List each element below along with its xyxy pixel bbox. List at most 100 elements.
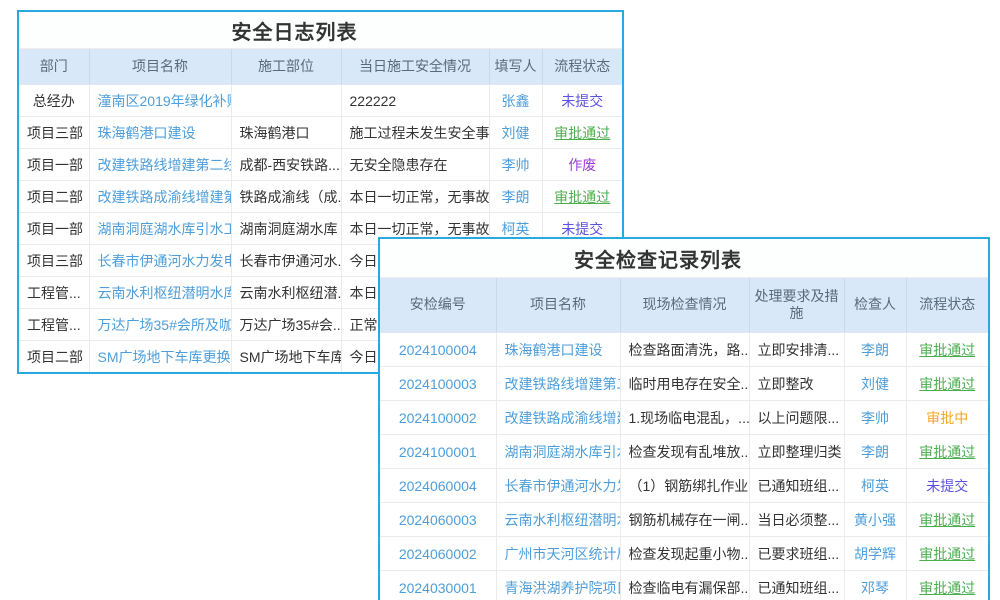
table-row: 项目二部改建铁路成渝线增建第二...铁路成渝线（成...本日一切正常，无事故发.… [19, 181, 622, 213]
inspection-number-link[interactable]: 2024060002 [380, 537, 496, 571]
site-inspection-cell: 检查发现有乱堆放... [620, 435, 749, 469]
page-canvas: 安全日志列表 部门项目名称施工部位当日施工安全情况填写人流程状态总经办潼南区20… [0, 0, 1000, 600]
inspector-link[interactable]: 柯英 [844, 469, 906, 503]
column-header: 项目名称 [496, 278, 620, 333]
status-label[interactable]: 审批通过 [919, 342, 975, 358]
safety-inspection-table: 安检编号项目名称现场检查情况处理要求及措施检查人流程状态2024100004珠海… [380, 278, 988, 600]
project-name-link[interactable]: 改建铁路成渝线增建第二... [89, 181, 231, 213]
table-row: 总经办潼南区2019年绿化补贴项...222222张鑫未提交 [19, 85, 622, 117]
safety-log-title: 安全日志列表 [19, 12, 622, 49]
status-label[interactable]: 审批通过 [919, 546, 975, 562]
project-name-link[interactable]: 广州市天河区统计局机... [496, 537, 620, 571]
status-text[interactable]: 审批通过 [542, 181, 622, 213]
column-header: 当日施工安全情况 [341, 49, 489, 85]
status-label: 未提交 [561, 221, 603, 237]
writer-link[interactable]: 李朗 [489, 181, 542, 213]
construction-part-cell: 长春市伊通河水... [231, 245, 341, 277]
project-name-link[interactable]: 云南水利枢纽潜明水库一... [89, 277, 231, 309]
measures-cell: 立即整改 [749, 367, 844, 401]
status-text[interactable]: 审批通过 [906, 503, 988, 537]
construction-part-cell: SM广场地下车库 [231, 341, 341, 373]
writer-link[interactable]: 张鑫 [489, 85, 542, 117]
status-text[interactable]: 审批通过 [906, 571, 988, 600]
status-text: 审批中 [906, 401, 988, 435]
status-text[interactable]: 审批通过 [906, 435, 988, 469]
project-name-link[interactable]: 改建铁路线增建第二线... [496, 367, 620, 401]
department-cell: 项目二部 [19, 181, 89, 213]
inspector-link[interactable]: 刘健 [844, 367, 906, 401]
table-row: 2024100003改建铁路线增建第二线...临时用电存在安全...立即整改刘健… [380, 367, 988, 401]
measures-cell: 已要求班组... [749, 537, 844, 571]
status-label[interactable]: 审批通过 [919, 512, 975, 528]
measures-cell: 立即安排清... [749, 333, 844, 367]
site-inspection-cell: 1.现场临电混乱，... [620, 401, 749, 435]
status-label[interactable]: 审批通过 [919, 444, 975, 460]
inspector-link[interactable]: 邓琴 [844, 571, 906, 600]
status-label[interactable]: 审批通过 [919, 376, 975, 392]
column-header: 检查人 [844, 278, 906, 333]
inspection-number-link[interactable]: 2024060003 [380, 503, 496, 537]
inspection-number-link[interactable]: 2024100002 [380, 401, 496, 435]
project-name-link[interactable]: 改建铁路成渝线增建第... [496, 401, 620, 435]
project-name-link[interactable]: 长春市伊通河水力发电厂... [89, 245, 231, 277]
column-header: 填写人 [489, 49, 542, 85]
status-label: 审批中 [926, 410, 968, 426]
inspection-number-link[interactable]: 2024100003 [380, 367, 496, 401]
inspector-link[interactable]: 李朗 [844, 333, 906, 367]
measures-cell: 已通知班组... [749, 469, 844, 503]
site-inspection-cell: 钢筋机械存在一闸... [620, 503, 749, 537]
table-row: 2024100002改建铁路成渝线增建第...1.现场临电混乱，...以上问题限… [380, 401, 988, 435]
project-name-link[interactable]: 长春市伊通河水力发电... [496, 469, 620, 503]
project-name-link[interactable]: 珠海鹤港口建设 [496, 333, 620, 367]
site-inspection-cell: 临时用电存在安全... [620, 367, 749, 401]
status-text[interactable]: 审批通过 [906, 367, 988, 401]
column-header: 流程状态 [542, 49, 622, 85]
project-name-link[interactable]: 云南水利枢纽潜明水库... [496, 503, 620, 537]
table-row: 2024060002广州市天河区统计局机...检查发现起重小物...已要求班组.… [380, 537, 988, 571]
construction-part-cell: 湖南洞庭湖水库 [231, 213, 341, 245]
project-name-link[interactable]: 湖南洞庭湖水库引水工... [496, 435, 620, 469]
inspector-link[interactable]: 黄小强 [844, 503, 906, 537]
inspection-number-link[interactable]: 2024030001 [380, 571, 496, 600]
site-inspection-cell: 检查路面清洗，路... [620, 333, 749, 367]
department-cell: 工程管... [19, 277, 89, 309]
department-cell: 项目一部 [19, 149, 89, 181]
project-name-link[interactable]: 珠海鹤港口建设 [89, 117, 231, 149]
project-name-link[interactable]: SM广场地下车库更换摄... [89, 341, 231, 373]
column-header: 流程状态 [906, 278, 988, 333]
status-label[interactable]: 审批通过 [919, 580, 975, 596]
status-text: 作废 [542, 149, 622, 181]
daily-safety-cell: 施工过程未发生安全事故... [341, 117, 489, 149]
table-header-row: 安检编号项目名称现场检查情况处理要求及措施检查人流程状态 [380, 278, 988, 333]
table-row: 2024030001青海洪湖养护院项目检查临电有漏保部...已通知班组...邓琴… [380, 571, 988, 600]
status-text[interactable]: 审批通过 [906, 537, 988, 571]
project-name-link[interactable]: 改建铁路线增建第二线直... [89, 149, 231, 181]
inspection-number-link[interactable]: 2024100004 [380, 333, 496, 367]
project-name-link[interactable]: 湖南洞庭湖水库引水工程... [89, 213, 231, 245]
inspector-link[interactable]: 李帅 [844, 401, 906, 435]
department-cell: 工程管... [19, 309, 89, 341]
status-text: 未提交 [906, 469, 988, 503]
inspector-link[interactable]: 胡学辉 [844, 537, 906, 571]
column-header: 安检编号 [380, 278, 496, 333]
project-name-link[interactable]: 青海洪湖养护院项目 [496, 571, 620, 600]
inspection-number-link[interactable]: 2024060004 [380, 469, 496, 503]
status-label[interactable]: 审批通过 [554, 125, 610, 141]
construction-part-cell: 万达广场35#会... [231, 309, 341, 341]
column-header: 施工部位 [231, 49, 341, 85]
status-label[interactable]: 审批通过 [554, 189, 610, 205]
inspection-number-link[interactable]: 2024100001 [380, 435, 496, 469]
table-row: 项目一部改建铁路线增建第二线直...成都-西安铁路...无安全隐患存在李帅作废 [19, 149, 622, 181]
status-text[interactable]: 审批通过 [906, 333, 988, 367]
site-inspection-cell: （1）钢筋绑扎作业... [620, 469, 749, 503]
writer-link[interactable]: 李帅 [489, 149, 542, 181]
inspector-link[interactable]: 李朗 [844, 435, 906, 469]
construction-part-cell [231, 85, 341, 117]
status-text[interactable]: 审批通过 [542, 117, 622, 149]
project-name-link[interactable]: 潼南区2019年绿化补贴项... [89, 85, 231, 117]
daily-safety-cell: 本日一切正常，无事故发... [341, 181, 489, 213]
project-name-link[interactable]: 万达广场35#会所及咖啡... [89, 309, 231, 341]
department-cell: 项目三部 [19, 245, 89, 277]
status-text: 未提交 [542, 85, 622, 117]
writer-link[interactable]: 刘健 [489, 117, 542, 149]
